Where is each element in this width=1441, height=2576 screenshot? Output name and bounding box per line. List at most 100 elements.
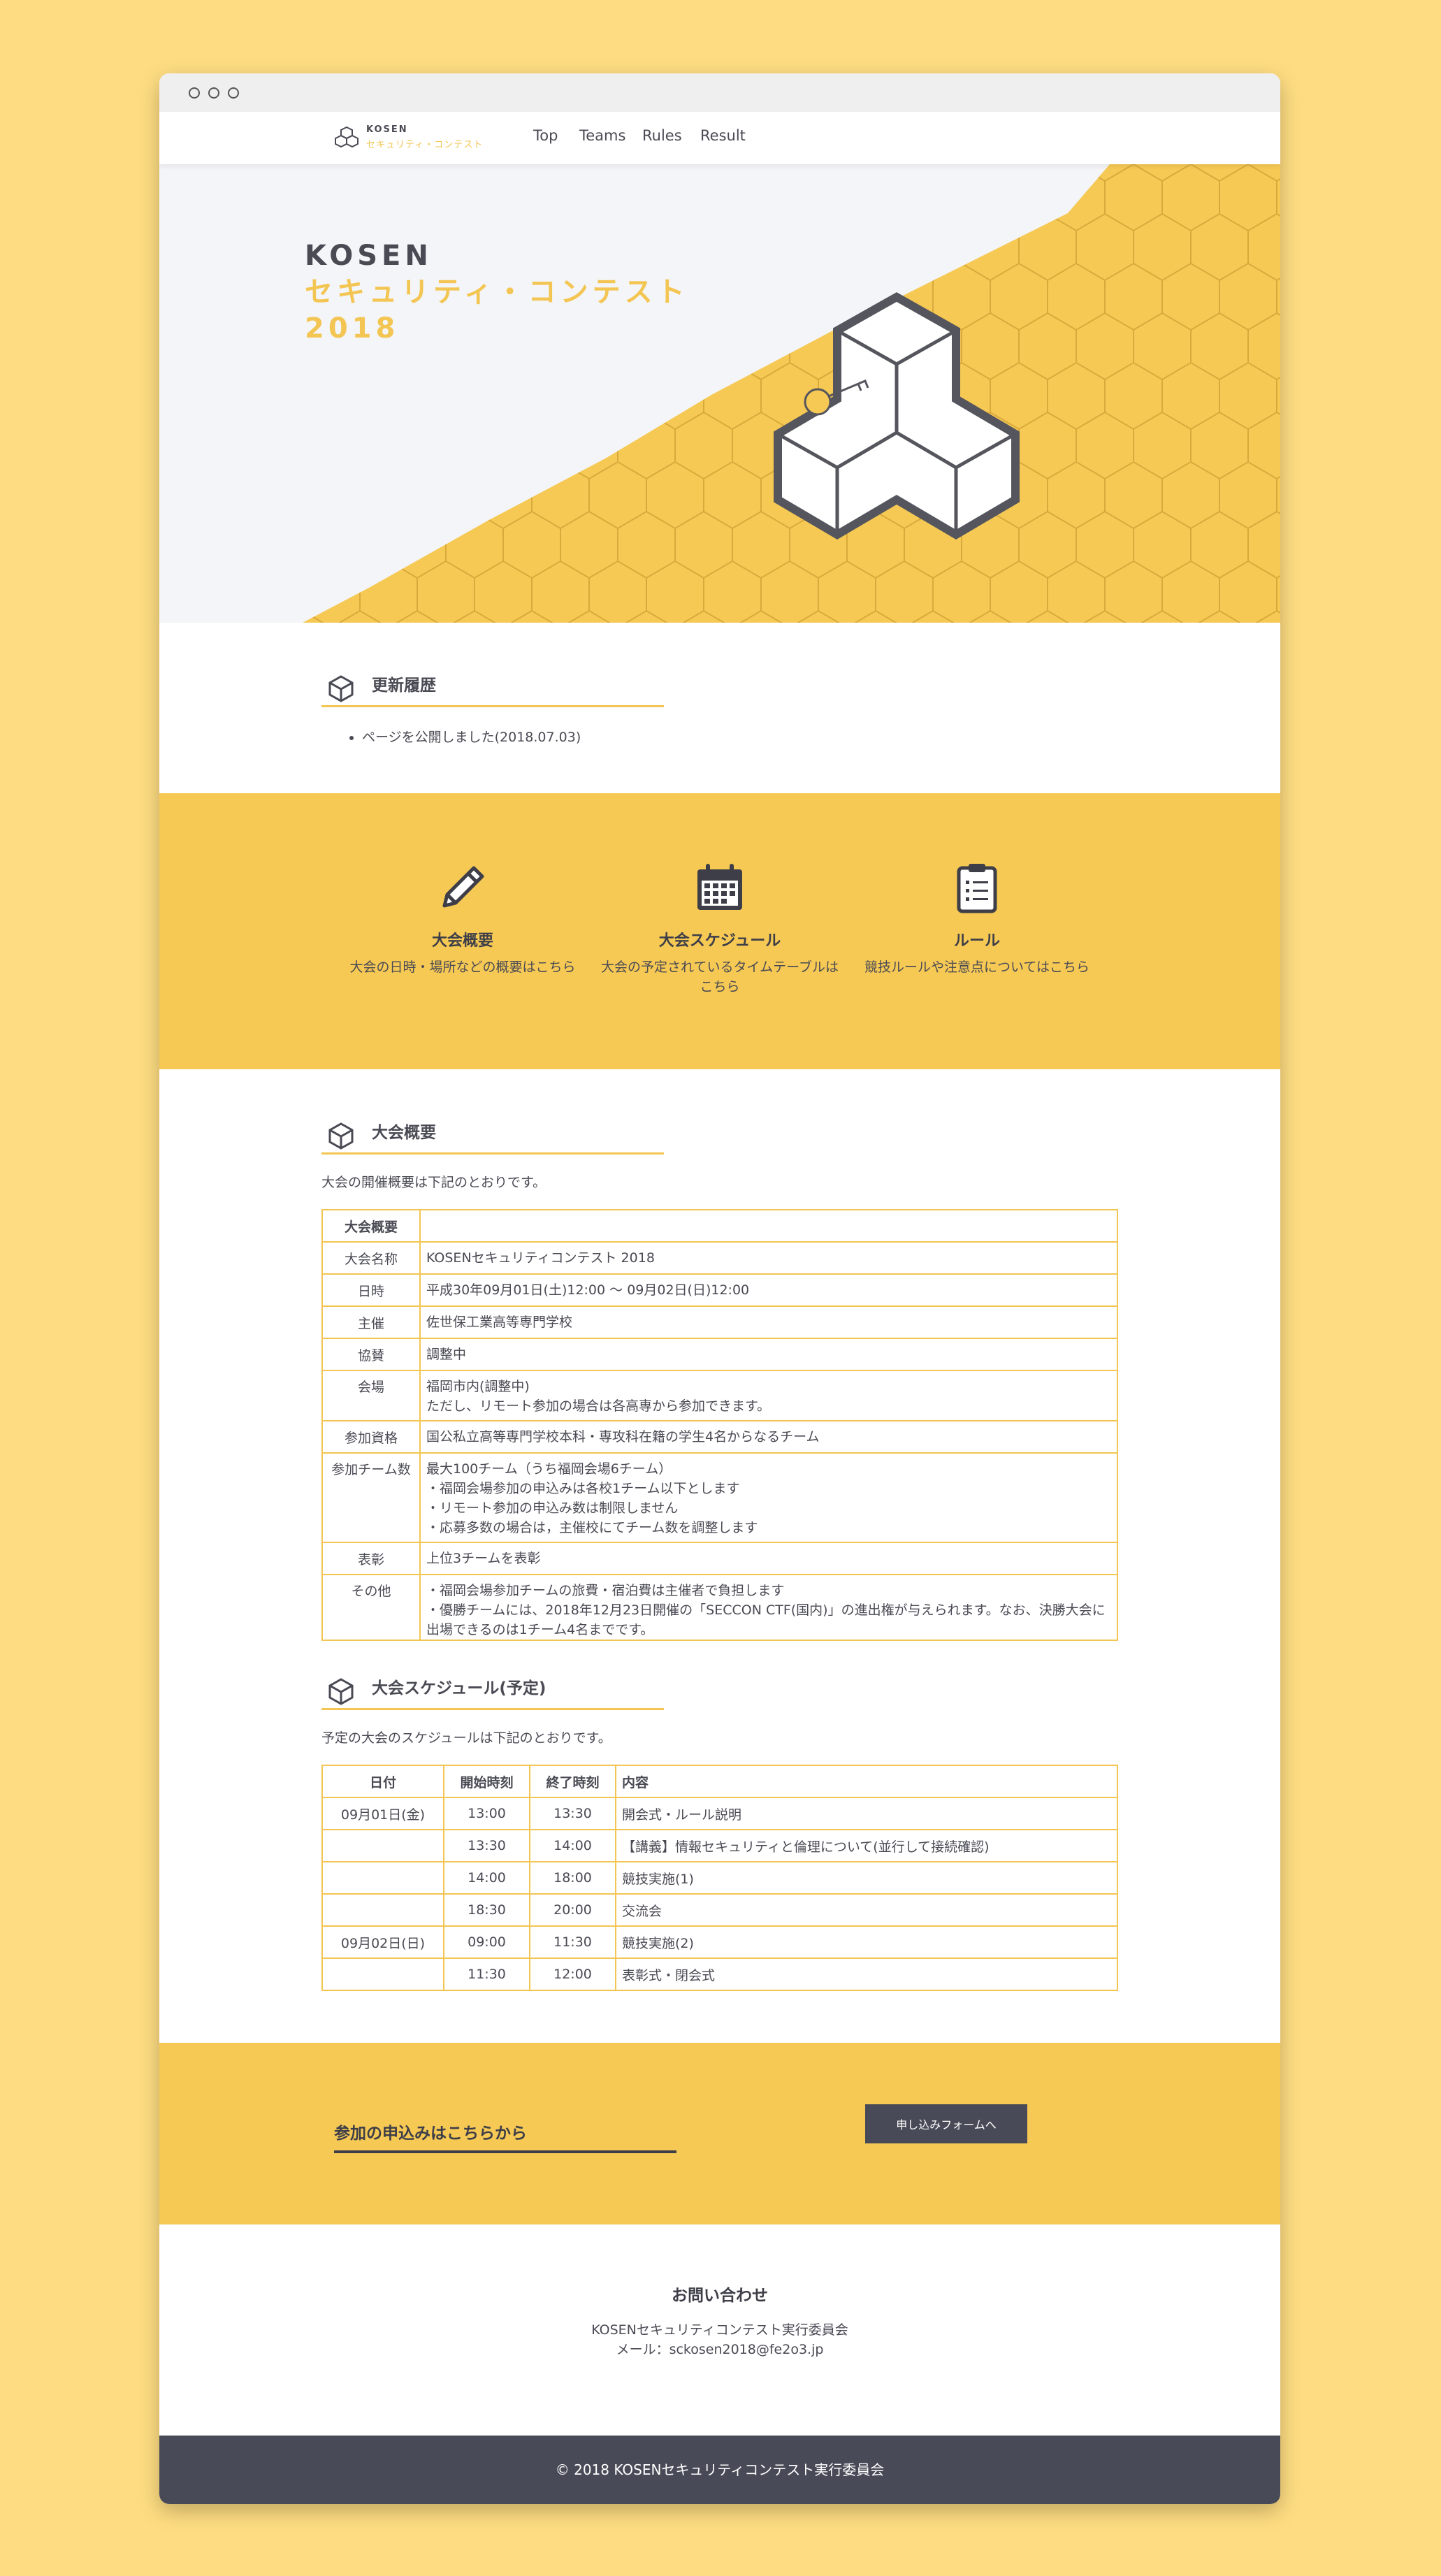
table-cell: 表彰式・閉会式: [615, 1958, 1118, 1991]
feature-title: ルール: [953, 932, 1000, 950]
heading-underline: [321, 1708, 664, 1710]
cta-band: 参加の申込みはこちらから 申し込みフォームへ: [159, 2043, 1280, 2224]
cube-icon: [328, 675, 354, 702]
table-cell: 14:00: [443, 1861, 530, 1895]
pencil-icon: [442, 866, 484, 908]
table-label-cell: 会場: [321, 1370, 421, 1421]
feature-title: 大会概要: [431, 932, 493, 950]
table-label-cell: 大会名称: [321, 1241, 421, 1275]
table-label-cell: 協賛: [321, 1338, 421, 1371]
overview-table: 大会概要 大会名称 KOSENセキュリティコンテスト 2018 日時 平成30年09月…: [321, 1209, 1118, 1641]
hero-title-year: 2018: [305, 312, 400, 345]
table-label-cell: 参加チーム数: [321, 1452, 421, 1543]
table-header-row: 日付 開始時刻 終了時刻 内容: [321, 1765, 1118, 1798]
table-cell: 競技実施(1): [615, 1861, 1118, 1895]
window-close-dot[interactable]: [189, 87, 200, 99]
table-cell: 11:30: [443, 1958, 530, 1991]
table-cell: 09月02日(日): [321, 1925, 444, 1959]
feature-title: 大会スケジュール: [658, 932, 781, 950]
table-row: 大会概要: [321, 1209, 1118, 1243]
table-cell: [321, 1893, 444, 1927]
cube-icon: [328, 1122, 354, 1150]
feature-desc: 大会の日時・場所などの概要はこちら: [349, 960, 576, 975]
clipboard-icon: [957, 864, 997, 913]
table-row: 主催 佐世保工業高等専門学校: [321, 1305, 1118, 1339]
table-cell: 18:30: [443, 1893, 530, 1927]
table-cell: 20:00: [529, 1893, 616, 1927]
schedule-heading: 大会スケジュール(予定): [321, 1670, 671, 1712]
table-label-cell: 日時: [321, 1273, 421, 1307]
nav-link-rules[interactable]: Rules: [642, 127, 682, 144]
table-row: 参加資格 国公私立高等専門学校本科・専攻科在籍の学生4名からなるチーム: [321, 1420, 1118, 1454]
nav-link-top[interactable]: Top: [533, 127, 558, 144]
table-row: 大会名称 KOSENセキュリティコンテスト 2018: [321, 1241, 1118, 1275]
table-row: 協賛 調整中: [321, 1338, 1118, 1371]
feature-overview[interactable]: 大会概要 大会の日時・場所などの概要はこちら: [344, 860, 581, 977]
list-item: ページを公開しました(2018.07.03): [362, 727, 581, 746]
table-cell: 13:00: [443, 1797, 530, 1830]
table-value-cell: 佐世保工業高等専門学校: [419, 1305, 1118, 1339]
table-cell: 【講義】情報セキュリティと倫理について(並行して接続確認): [615, 1829, 1118, 1862]
feature-schedule[interactable]: 大会スケジュール 大会の予定されているタイムテーブルはこちら: [601, 860, 839, 997]
table-cell: 交流会: [615, 1893, 1118, 1927]
features-band: 大会概要 大会の日時・場所などの概要はこちら 大会スケジュール 大会の予定されて…: [159, 793, 1280, 1069]
feature-rules[interactable]: ルール 競技ルールや注意点についてはこちら: [858, 860, 1096, 977]
hero-title: KOSEN セキュリティ・コンテスト 2018: [305, 238, 689, 347]
hero-title-contest: セキュリティ・コンテスト: [305, 276, 689, 308]
updates-list: ページを公開しました(2018.07.03): [342, 727, 581, 746]
feature-desc: 競技ルールや注意点についてはこちら: [864, 960, 1090, 975]
table-value-cell: 最大100チーム（うち福岡会場6チーム） ・福岡会場参加の申込みは各校1チーム以…: [419, 1452, 1118, 1543]
nav-link-teams[interactable]: Teams: [579, 127, 625, 144]
overview-title: 大会概要: [372, 1124, 436, 1142]
table-cell: 開会式・ルール説明: [615, 1797, 1118, 1830]
table-header-cell: 内容: [615, 1765, 1118, 1798]
contact-title: お問い合わせ: [672, 2287, 768, 2305]
table-row: その他 ・福岡会場参加チームの旅費・宿泊費は主催者で負担します ・優勝チームには、…: [321, 1574, 1118, 1641]
table-row: 14:00 18:00 競技実施(1): [321, 1861, 1118, 1895]
site-logo[interactable]: KOSEN セキュリティ・コンテスト: [333, 124, 500, 152]
table-row: 18:30 20:00 交流会: [321, 1893, 1118, 1927]
table-row: 表彰 上位3チームを表彰: [321, 1542, 1118, 1575]
schedule-rows: 09月01日(金) 13:00 13:30 開会式・ルール説明 13:30 14:00 【講…: [321, 1797, 1118, 1991]
table-label-cell: その他: [321, 1574, 421, 1641]
logo-cubes-icon: [335, 126, 359, 148]
application-form-button[interactable]: 申し込みフォームへ: [865, 2104, 1027, 2143]
contact-org: KOSENセキュリティコンテスト実行委員会: [591, 2322, 848, 2338]
table-cell: 09月01日(金): [321, 1797, 444, 1830]
window-minimize-dot[interactable]: [208, 87, 219, 99]
contact-mail[interactable]: メール：sckosen2018@fe2o3.jp: [159, 2339, 1280, 2358]
table-cell: 14:00: [529, 1829, 616, 1862]
table-row: 日時 平成30年09月01日(土)12:00 〜 09月02日(日)12:00: [321, 1273, 1118, 1307]
table-cell: [321, 1958, 444, 1991]
table-row: 09月02日(日) 09:00 11:30 競技実施(2): [321, 1925, 1118, 1959]
overview-heading: 大会概要: [321, 1115, 671, 1157]
table-header-cell: 開始時刻: [443, 1765, 530, 1798]
table-header-cell: 日付: [321, 1765, 444, 1798]
updates-title: 更新履歴: [372, 676, 436, 695]
table-label-cell: 表彰: [321, 1542, 421, 1575]
table-value-cell: 上位3チームを表彰: [419, 1542, 1118, 1575]
nav-link-result[interactable]: Result: [700, 127, 746, 144]
table-row: 会場 福岡市内(調整中) ただし、リモート参加の場合は各高専から参加できます。: [321, 1370, 1118, 1421]
overview-lead: 大会の開催概要は下記のとおりです。: [321, 1175, 546, 1190]
table-cell: 競技実施(2): [615, 1925, 1118, 1959]
cta-underline: [334, 2150, 676, 2153]
table-row: 09月01日(金) 13:00 13:30 開会式・ルール説明: [321, 1797, 1118, 1830]
table-value-cell: 調整中: [419, 1338, 1118, 1371]
table-cell: 13:30: [529, 1797, 616, 1830]
browser-window: KOSEN セキュリティ・コンテスト Top Teams Rules Resul…: [159, 73, 1280, 2504]
table-cell: 09:00: [443, 1925, 530, 1959]
heading-underline: [321, 705, 664, 707]
table-row: 13:30 14:00 【講義】情報セキュリティと倫理について(並行して接続確認): [321, 1829, 1118, 1862]
updates-heading: 更新履歴: [321, 667, 671, 709]
site-footer: © 2018 KOSENセキュリティコンテスト実行委員会: [159, 2436, 1280, 2504]
table-value-cell: KOSENセキュリティコンテスト 2018: [419, 1241, 1118, 1275]
hero-banner: KOSEN セキュリティ・コンテスト 2018: [159, 164, 1280, 623]
window-titlebar: [159, 73, 1280, 112]
logo-text-kosen: KOSEN: [366, 124, 408, 135]
table-cell: 12:00: [529, 1958, 616, 1991]
table-label-cell: 参加資格: [321, 1420, 421, 1454]
schedule-title: 大会スケジュール(予定): [372, 1679, 546, 1698]
table-value-cell: 平成30年09月01日(土)12:00 〜 09月02日(日)12:00: [419, 1273, 1118, 1307]
window-maximize-dot[interactable]: [228, 87, 239, 99]
